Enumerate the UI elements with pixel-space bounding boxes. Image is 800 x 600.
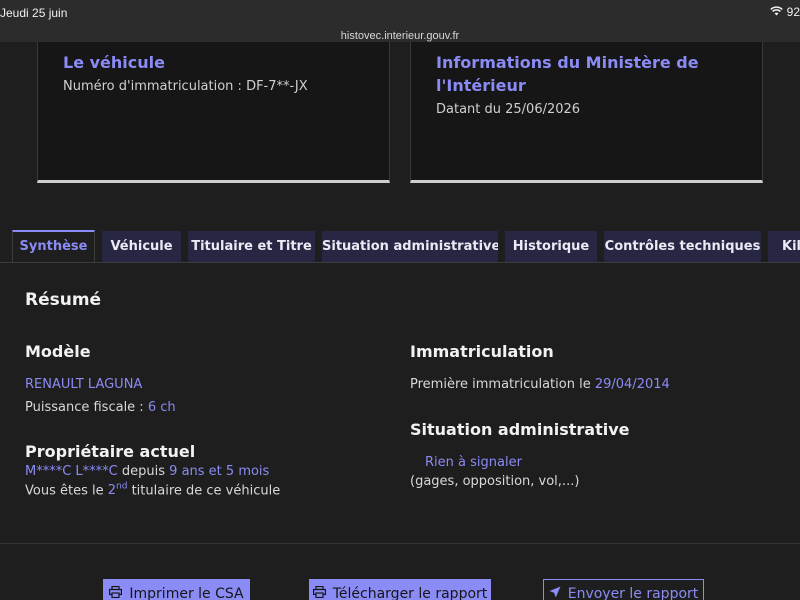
vehicle-card: Le véhicule Numéro d'immatriculation : D… bbox=[37, 42, 390, 183]
ministry-title-line2: l'Intérieur bbox=[436, 76, 526, 95]
owner-name: M****C L****C bbox=[25, 464, 118, 479]
fiscal-power: Puissance fiscale : 6 ch bbox=[25, 400, 176, 415]
model-name: RENAULT LAGUNA bbox=[25, 377, 143, 392]
model-heading: Modèle bbox=[25, 342, 91, 361]
registration-heading: Immatriculation bbox=[410, 342, 554, 361]
admin-detail: (gages, opposition, vol,...) bbox=[410, 474, 580, 489]
owner-heading: Propriétaire actuel bbox=[25, 442, 196, 461]
owner-rank-number: 2nd bbox=[107, 482, 128, 499]
tabs-underline bbox=[0, 262, 800, 263]
send-icon bbox=[549, 586, 561, 600]
owner-rank-suffix: titulaire de ce véhicule bbox=[131, 483, 281, 499]
vehicle-card-title: Le véhicule bbox=[63, 53, 165, 72]
wifi-icon bbox=[769, 5, 783, 19]
ministry-card: Informations du Ministère de l'Intérieur… bbox=[410, 42, 763, 183]
battery-level: 92 bbox=[786, 5, 800, 19]
ministry-title-line1: Informations du Ministère de bbox=[436, 53, 699, 72]
status-bar: Jeudi 25 juin 92 bbox=[0, 0, 800, 24]
printer-icon bbox=[312, 585, 326, 600]
first-registration-date: 29/04/2014 bbox=[594, 377, 670, 392]
admin-status: Rien à signaler bbox=[425, 455, 522, 470]
report-date: Datant du 25/06/2026 bbox=[436, 102, 581, 117]
fiscal-power-value: 6 ch bbox=[147, 400, 176, 415]
plate-number: Numéro d'immatriculation : DF-7**-JX bbox=[63, 79, 308, 94]
section-divider bbox=[0, 543, 800, 544]
printer-icon bbox=[109, 585, 123, 600]
status-icons: 92 bbox=[769, 5, 800, 19]
first-registration: Première immatriculation le 29/04/2014 bbox=[410, 377, 670, 392]
owner-rank-digit: 2 bbox=[107, 483, 117, 499]
send-report-button[interactable]: Envoyer le rapport bbox=[543, 579, 704, 600]
owner-rank-prefix: Vous êtes le bbox=[25, 483, 104, 499]
address-bar[interactable]: histovec.interieur.gouv.fr bbox=[0, 24, 800, 42]
owner-since-value: 9 ans et 5 mois bbox=[169, 464, 270, 479]
tab-titulaire-titre[interactable]: Titulaire et Titre bbox=[188, 231, 315, 262]
tab-situation-administrative[interactable]: Situation administrative bbox=[322, 231, 498, 262]
tab-vehicule[interactable]: Véhicule bbox=[102, 231, 181, 262]
owner-since-label: depuis bbox=[121, 464, 166, 479]
tab-historique[interactable]: Historique bbox=[505, 231, 597, 262]
tab-kilometrage[interactable]: Kilo bbox=[768, 231, 800, 262]
report-tabs: Synthèse Véhicule Titulaire et Titre Sit… bbox=[0, 230, 800, 264]
owner-rank: Vous êtes le 2nd titulaire de ce véhicul… bbox=[25, 482, 280, 498]
summary-title: Résumé bbox=[25, 290, 102, 310]
print-csa-button[interactable]: Imprimer le CSA bbox=[103, 579, 250, 600]
download-report-label: Télécharger le rapport bbox=[332, 586, 488, 600]
status-time: Jeudi 25 juin bbox=[0, 6, 68, 20]
send-report-label: Envoyer le rapport bbox=[567, 586, 699, 600]
admin-heading: Situation administrative bbox=[410, 420, 630, 439]
url-text: histovec.interieur.gouv.fr bbox=[340, 30, 460, 42]
owner-info: M****C L****C depuis 9 ans et 5 mois bbox=[25, 464, 269, 479]
tab-controles-techniques[interactable]: Contrôles techniques bbox=[604, 231, 761, 262]
owner-rank-sup: nd bbox=[116, 482, 128, 492]
fiscal-power-label: Puissance fiscale : bbox=[25, 400, 144, 415]
download-report-button[interactable]: Télécharger le rapport bbox=[309, 579, 491, 600]
tab-synthese[interactable]: Synthèse bbox=[12, 230, 95, 263]
first-registration-label: Première immatriculation le bbox=[410, 377, 591, 392]
print-csa-label: Imprimer le CSA bbox=[129, 586, 244, 600]
ministry-card-title: Informations du Ministère de l'Intérieur bbox=[436, 51, 737, 97]
